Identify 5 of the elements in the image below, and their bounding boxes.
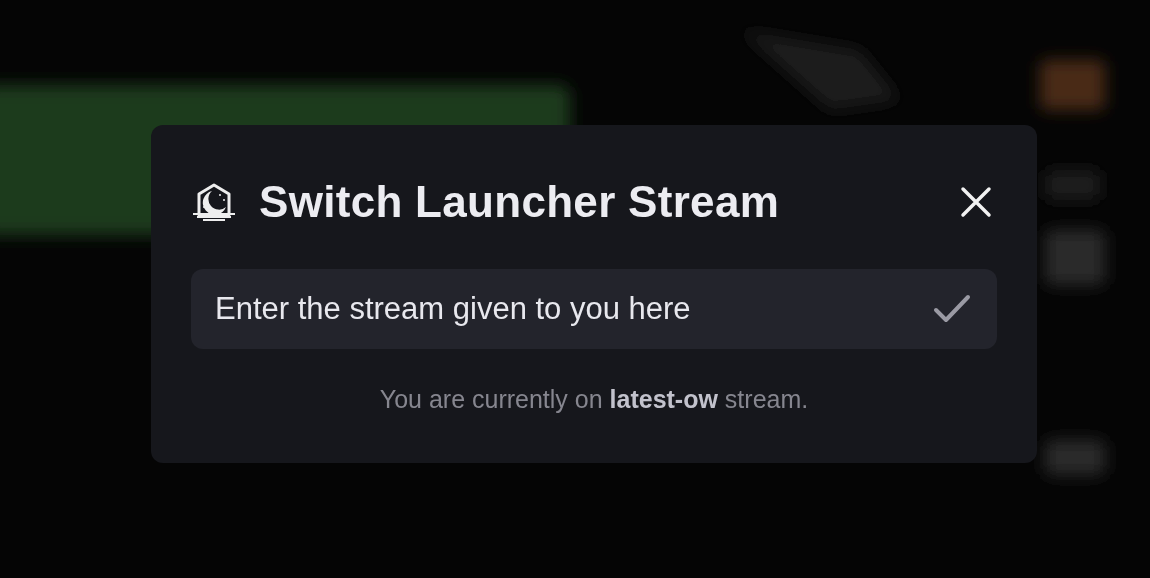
- dialog-title: Switch Launcher Stream: [259, 177, 781, 227]
- moon-logo-icon: [191, 182, 237, 222]
- current-stream-text: You are currently on latest-ow stream.: [378, 385, 810, 414]
- stream-input-field[interactable]: Enter the stream given to you here: [191, 269, 997, 349]
- close-icon[interactable]: [959, 185, 993, 219]
